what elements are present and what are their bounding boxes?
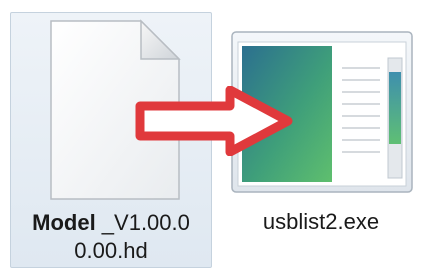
file-name-label: usblist2.exe — [262, 209, 380, 234]
file-name-bold: Model — [32, 210, 96, 235]
right-arrow-icon — [135, 86, 293, 156]
file-name-rest: _V1.00.0 — [95, 210, 190, 235]
file-name-label: Model _V1.00.0 0.00.hd — [11, 209, 211, 265]
file-name-line2: 0.00.hd — [74, 238, 148, 263]
